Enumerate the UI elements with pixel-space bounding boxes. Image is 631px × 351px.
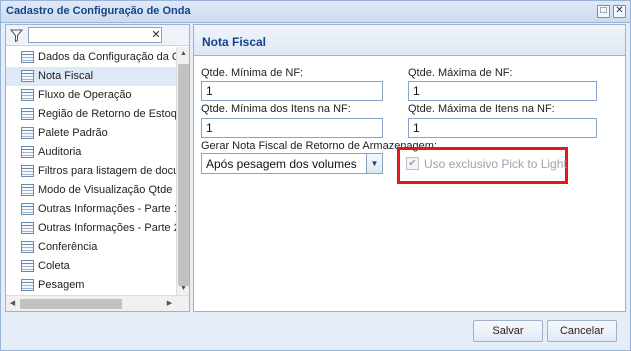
clear-filter-icon[interactable]: ✕ (150, 28, 162, 42)
form-icon (21, 108, 34, 120)
form-icon (21, 165, 34, 177)
tree-item[interactable]: Coleta (6, 257, 176, 276)
save-button[interactable]: Salvar (473, 320, 543, 342)
cancel-button[interactable]: Cancelar (547, 320, 617, 342)
tree-item[interactable]: Filtros para listagem de docur (6, 162, 176, 181)
close-icon[interactable]: ✕ (613, 5, 626, 18)
filter-input[interactable] (28, 27, 162, 43)
tree-item-label: Dados da Configuração da O (38, 51, 176, 63)
qtde-max-itens-field[interactable]: 1 (408, 118, 597, 138)
qtde-min-nf-label: Qtde. Mínima de NF: (201, 67, 304, 79)
tree-item[interactable]: Fluxo de Operação (6, 86, 176, 105)
tree-horizontal-scrollbar[interactable]: ◀ ▶ (6, 295, 189, 311)
navigation-panel: ✕ Dados da Configuração da O Nota Fiscal F… (5, 24, 190, 312)
form-icon (21, 127, 34, 139)
tree-item[interactable]: Outras Informações - Parte 2 (6, 219, 176, 238)
gerar-nf-value: Após pesagem dos volumes (206, 157, 357, 171)
form-icon (21, 89, 34, 101)
qtde-max-nf-field[interactable]: 1 (408, 81, 597, 101)
tree-item-label: Pesagem (38, 279, 85, 291)
filter-bar: ✕ (6, 25, 189, 46)
tree-item-label: Outras Informações - Parte 1 (38, 203, 176, 215)
tree-item-label: Auditoria (38, 146, 82, 158)
tree-item[interactable]: Conferência (6, 238, 176, 257)
tree-item[interactable]: Região de Retorno de Estoqu (6, 105, 176, 124)
tree-item-label: Região de Retorno de Estoqu (38, 108, 176, 120)
section-tree: Dados da Configuração da O Nota Fiscal Flu… (6, 47, 176, 295)
tree-item-label: Coleta (38, 260, 70, 272)
tree-item[interactable]: Dados da Configuração da O (6, 48, 176, 67)
pick-to-light-checkbox[interactable]: ✔ (406, 157, 419, 170)
panel-title: Nota Fiscal (202, 35, 267, 49)
qtde-max-nf-label: Qtde. Máxima de NF: (408, 67, 513, 79)
scroll-down-icon[interactable]: ▼ (177, 282, 190, 295)
pick-to-light-label: Uso exclusivo Pick to Light (424, 157, 567, 171)
tree-item-label: Palete Padrão (38, 127, 108, 139)
form-icon (21, 279, 34, 291)
tree-item[interactable]: Auditoria (6, 143, 176, 162)
filter-icon[interactable] (10, 29, 23, 42)
tree-item-label: Modo de Visualização Qtde n (38, 184, 176, 196)
qtde-min-itens-label: Qtde. Mínima dos Itens na NF: (201, 103, 351, 115)
form-panel: Nota Fiscal Qtde. Mínima de NF: 1 Qtde. … (193, 24, 626, 312)
tree-item[interactable]: Palete Padrão (6, 124, 176, 143)
tree-item-label: Nota Fiscal (38, 70, 94, 82)
form-icon (21, 184, 34, 196)
chevron-down-icon[interactable]: ▼ (366, 154, 382, 173)
gerar-nf-select[interactable]: Após pesagem dos volumes ▼ (201, 153, 383, 174)
tree-item[interactable]: Modo de Visualização Qtde n (6, 181, 176, 200)
config-window: Cadastro de Configuração de Onda □ ✕ ✕ D… (0, 0, 631, 351)
form-icon (21, 146, 34, 158)
form-icon (21, 203, 34, 215)
horizontal-scroll-thumb[interactable] (20, 299, 122, 309)
tree-vertical-scrollbar[interactable]: ▲ ▼ (176, 47, 189, 295)
tree-item-label: Filtros para listagem de docur (38, 165, 176, 177)
form-icon (21, 51, 34, 63)
qtde-min-itens-field[interactable]: 1 (201, 118, 383, 138)
tree-item-label: Fluxo de Operação (38, 89, 132, 101)
scroll-right-icon[interactable]: ▶ (163, 296, 176, 311)
qtde-max-itens-label: Qtde. Máxima de Itens na NF: (408, 103, 555, 115)
form-icon (21, 260, 34, 272)
tree-item[interactable]: Nota Fiscal (6, 67, 176, 86)
tree-item[interactable]: Outras Informações - Parte 1 (6, 200, 176, 219)
panel-header: Nota Fiscal (194, 25, 625, 56)
tree-item[interactable]: Pesagem (6, 276, 176, 295)
form-icon (21, 241, 34, 253)
window-titlebar: Cadastro de Configuração de Onda □ ✕ (1, 1, 630, 23)
scroll-left-icon[interactable]: ◀ (6, 296, 19, 311)
scroll-up-icon[interactable]: ▲ (177, 47, 190, 60)
tree-item-label: Outras Informações - Parte 2 (38, 222, 176, 234)
vertical-scroll-thumb[interactable] (178, 64, 189, 286)
maximize-icon[interactable]: □ (597, 5, 610, 18)
form-icon (21, 70, 34, 82)
qtde-min-nf-field[interactable]: 1 (201, 81, 383, 101)
tree-item-label: Conferência (38, 241, 98, 253)
window-title: Cadastro de Configuração de Onda (6, 5, 191, 17)
form-icon (21, 222, 34, 234)
